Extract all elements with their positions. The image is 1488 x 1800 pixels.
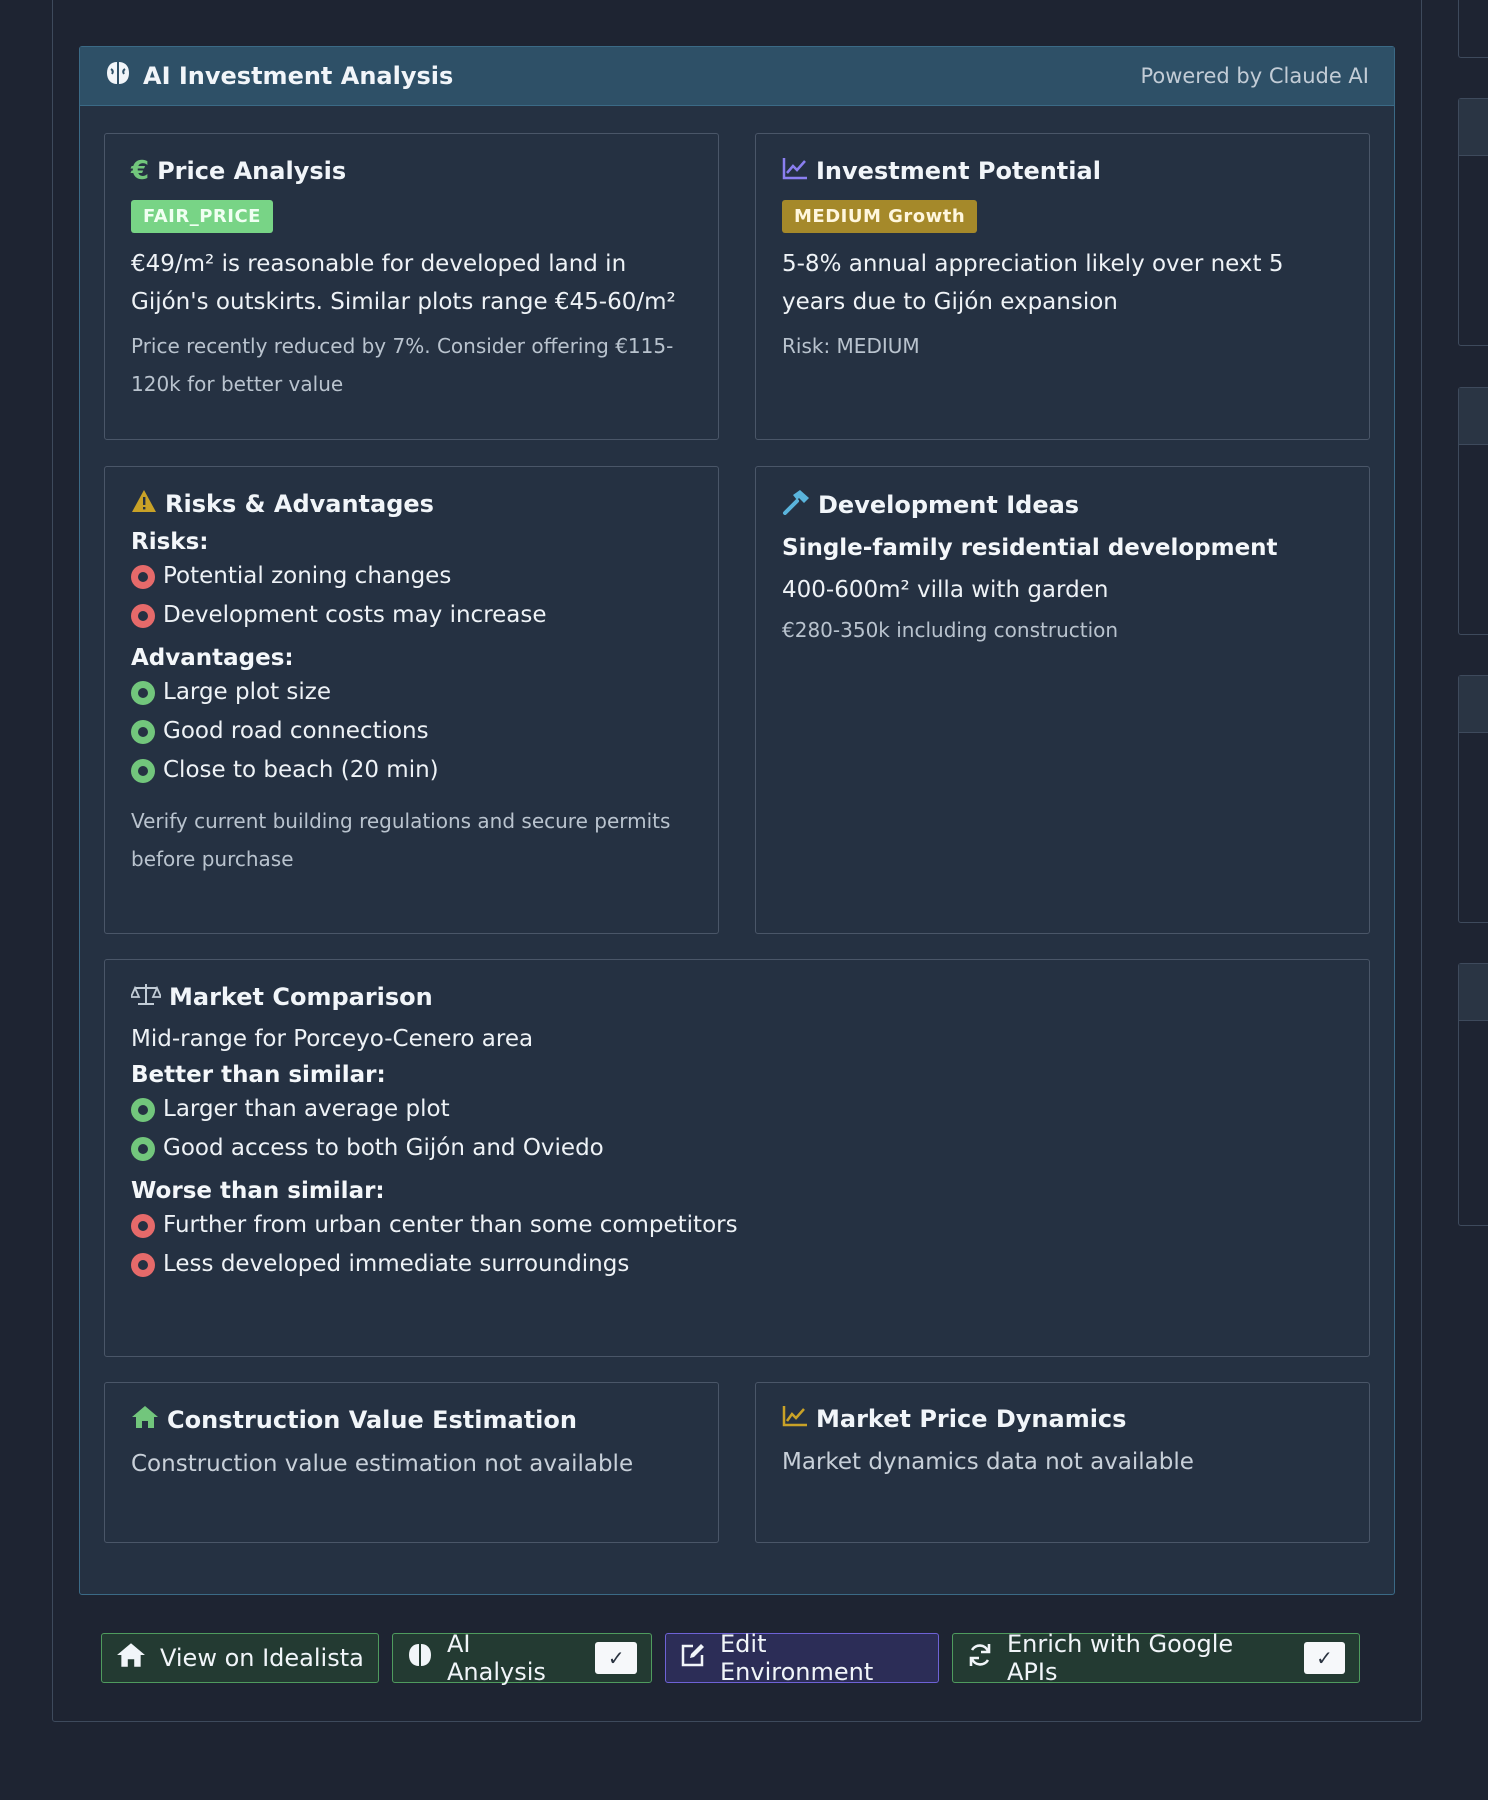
market-comparison-card: Market Comparison Mid-range for Porceyo-… — [104, 959, 1370, 1357]
construction-value-text: Construction value estimation not availa… — [131, 1451, 634, 1477]
development-ideas-title: Development Ideas — [818, 491, 1080, 519]
list-item: Close to beach (20 min) — [131, 751, 692, 790]
investment-potential-text: 5-8% annual appreciation likely over nex… — [782, 251, 1284, 315]
warning-icon — [131, 489, 157, 519]
side-card-3 — [1458, 387, 1488, 635]
advantage-dot-icon — [131, 1136, 155, 1161]
construction-value-title: Construction Value Estimation — [167, 1406, 577, 1434]
construction-value-card: Construction Value Estimation Constructi… — [104, 1382, 719, 1543]
advantages-heading: Advantages: — [131, 645, 294, 671]
risk-level-text: Risk: MEDIUM — [782, 334, 920, 358]
chart-line-icon — [782, 156, 808, 186]
home-icon — [131, 1405, 159, 1435]
ai-analysis-label: AI Analysis — [447, 1630, 546, 1686]
edit-environment-button[interactable]: Edit Environment — [665, 1630, 939, 1686]
price-analysis-text: €49/m² is reasonable for developed land … — [131, 251, 676, 315]
list-item: Good access to both Gijón and Oviedo — [131, 1129, 1343, 1168]
panel-title: AI Investment Analysis — [143, 62, 454, 90]
brain-icon — [105, 60, 131, 92]
check-icon: ✓ — [1304, 1642, 1345, 1674]
growth-badge: MEDIUM Growth — [782, 200, 978, 233]
enrich-google-apis-button[interactable]: Enrich with Google APIs ✓ — [952, 1630, 1360, 1686]
advantages-list: Large plot size Good road connections Cl… — [131, 673, 692, 790]
list-item: Less developed immediate surroundings — [131, 1245, 1343, 1284]
edit-environment-label: Edit Environment — [720, 1630, 874, 1686]
home-icon — [116, 1642, 146, 1674]
market-comparison-title: Market Comparison — [169, 983, 433, 1011]
risks-advantages-card: Risks & Advantages Risks: Potential zoni… — [104, 466, 719, 934]
advantage-dot-icon — [131, 1097, 155, 1122]
check-icon: ✓ — [595, 1642, 637, 1674]
risk-dot-icon — [131, 603, 155, 628]
price-analysis-card: € Price Analysis FAIR_PRICE €49/m² is re… — [104, 133, 719, 440]
worse-list: Further from urban center than some comp… — [131, 1206, 1343, 1284]
brain-icon — [407, 1642, 433, 1674]
development-text: 400-600m² villa with garden — [782, 577, 1109, 603]
side-card-1 — [1458, 0, 1488, 58]
list-item: Further from urban center than some comp… — [131, 1206, 1343, 1245]
investment-potential-title: Investment Potential — [816, 157, 1101, 185]
risks-note: Verify current building regulations and … — [131, 809, 671, 871]
euro-icon: € — [131, 156, 150, 186]
risk-dot-icon — [131, 564, 155, 589]
market-dynamics-text: Market dynamics data not available — [782, 1449, 1194, 1475]
enrich-google-apis-label: Enrich with Google APIs — [1007, 1630, 1234, 1686]
view-on-idealista-button[interactable]: View on Idealista — [101, 1633, 379, 1683]
list-item: Development costs may increase — [131, 596, 692, 635]
hammer-icon — [782, 489, 810, 521]
powered-by-label: Powered by Claude AI — [1140, 64, 1369, 88]
market-summary: Mid-range for Porceyo-Cenero area — [131, 1026, 534, 1052]
advantage-dot-icon — [131, 758, 155, 783]
side-card-4 — [1458, 675, 1488, 923]
development-cost: €280-350k including construction — [782, 618, 1119, 642]
risks-advantages-title: Risks & Advantages — [165, 490, 434, 518]
development-headline: Single-family residential development — [782, 535, 1278, 561]
fair-price-badge: FAIR_PRICE — [131, 200, 273, 233]
list-item: Larger than average plot — [131, 1090, 1343, 1129]
investment-potential-card: Investment Potential MEDIUM Growth 5-8% … — [755, 133, 1370, 440]
advantage-dot-icon — [131, 680, 155, 705]
better-heading: Better than similar: — [131, 1062, 386, 1088]
chart-area-icon — [782, 1405, 808, 1433]
list-item: Potential zoning changes — [131, 557, 692, 596]
advantage-dot-icon — [131, 719, 155, 744]
side-card-5 — [1458, 963, 1488, 1226]
market-dynamics-title: Market Price Dynamics — [816, 1405, 1127, 1433]
development-ideas-card: Development Ideas Single-family resident… — [755, 466, 1370, 934]
price-analysis-note: Price recently reduced by 7%. Consider o… — [131, 334, 674, 396]
list-item: Large plot size — [131, 673, 692, 712]
risks-heading: Risks: — [131, 529, 209, 555]
market-dynamics-card: Market Price Dynamics Market dynamics da… — [755, 1382, 1370, 1543]
better-list: Larger than average plot Good access to … — [131, 1090, 1343, 1168]
scale-icon — [129, 982, 163, 1012]
ai-panel-header: AI Investment Analysis Powered by Claude… — [80, 47, 1394, 106]
refresh-icon — [967, 1642, 993, 1674]
risk-dot-icon — [131, 1213, 155, 1238]
risks-list: Potential zoning changes Development cos… — [131, 557, 692, 635]
risk-dot-icon — [131, 1252, 155, 1277]
edit-icon — [680, 1642, 706, 1674]
ai-analysis-button[interactable]: AI Analysis ✓ — [392, 1630, 652, 1686]
worse-heading: Worse than similar: — [131, 1178, 385, 1204]
view-on-idealista-label: View on Idealista — [160, 1644, 364, 1672]
price-analysis-title: Price Analysis — [157, 157, 347, 185]
list-item: Good road connections — [131, 712, 692, 751]
side-card-2 — [1458, 98, 1488, 346]
